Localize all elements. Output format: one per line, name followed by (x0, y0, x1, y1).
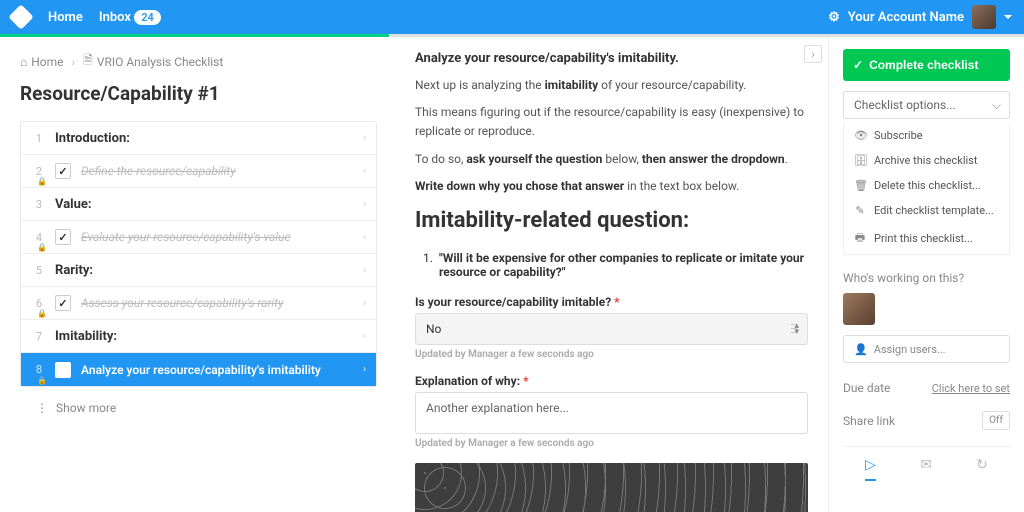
intro-p2: This means figuring out if the resource/… (415, 103, 808, 141)
imitable-select[interactable]: No▴▾ (415, 313, 808, 345)
chevron-right-icon: › (363, 232, 366, 243)
explanation-label: Explanation of why: * (415, 374, 808, 388)
gear-icon: ⚙ (828, 10, 840, 25)
bottom-tabs: ▷ ✉ ↻ (843, 446, 1010, 481)
intro-p1: Next up is analyzing the imitability of … (415, 76, 808, 95)
step-1[interactable]: 1Introduction:› (21, 122, 376, 155)
step-checkbox[interactable] (55, 295, 71, 311)
complete-checklist-button[interactable]: ✓Complete checklist (843, 49, 1010, 81)
lock-icon: 🔒 (37, 177, 47, 186)
caret-down-icon (1004, 15, 1012, 19)
working-on-label: Who's working on this? (843, 271, 1010, 285)
assignee-avatar[interactable] (843, 293, 875, 325)
chevron-right-icon: › (363, 364, 366, 375)
chevron-right-icon: › (363, 199, 366, 210)
content-image (415, 463, 808, 512)
step-3[interactable]: 3Value:› (21, 188, 376, 221)
due-date-value[interactable]: Click here to set (932, 382, 1010, 395)
tab-chat-icon[interactable]: ✉ (920, 457, 932, 481)
intro-p3: To do so, ask yourself the question belo… (415, 150, 808, 169)
eye-icon: 👁 (854, 129, 866, 142)
show-more-button[interactable]: Show more (20, 387, 377, 429)
user-icon: 👤 (854, 343, 868, 356)
step-8-active[interactable]: 8🔒Analyze your resource/capability's imi… (21, 353, 376, 386)
logo-icon[interactable] (8, 4, 33, 29)
tab-play-icon[interactable]: ▷ (865, 457, 876, 481)
step-5[interactable]: 5Rarity:› (21, 254, 376, 287)
chevron-right-icon: › (72, 55, 76, 69)
select-arrows-icon: ▴▾ (794, 323, 799, 335)
account-name: Your Account Name (848, 10, 964, 25)
step-4[interactable]: 4🔒Evaluate your resource/capability's va… (21, 221, 376, 254)
option-delete[interactable]: 🗑Delete this checklist... (844, 173, 1009, 198)
imitable-label: Is your resource/capability imitable? * (415, 295, 808, 309)
chevron-right-icon: › (363, 166, 366, 177)
share-toggle[interactable]: Off (982, 411, 1010, 430)
step-6[interactable]: 6🔒Assess your resource/capability's rari… (21, 287, 376, 320)
chevron-right-icon: › (363, 133, 366, 144)
trash-icon: 🗑 (854, 179, 866, 192)
nav-home[interactable]: Home (48, 10, 83, 25)
option-edit[interactable]: ✎Edit checklist template... (844, 198, 1009, 223)
check-icon: ✓ (853, 58, 863, 72)
collapse-panel-button[interactable]: › (804, 45, 822, 63)
checklist-options-select[interactable]: Checklist options... (843, 91, 1010, 119)
lock-icon: 🔒 (37, 243, 47, 252)
page-title: Resource/Capability #1 (20, 82, 377, 105)
account-menu[interactable]: ⚙ Your Account Name (828, 5, 1012, 29)
top-bar: Home Inbox 24 ⚙ Your Account Name (0, 0, 1024, 34)
step-list: 1Introduction:› 2🔒Define the resource/ca… (20, 121, 377, 387)
chevron-right-icon: › (363, 265, 366, 276)
due-date-row: Due date Click here to set (843, 381, 1010, 395)
main-content: › Analyze your resource/capability's imi… (395, 37, 829, 512)
right-panel: ✓Complete checklist Checklist options...… (829, 37, 1024, 512)
question-heading: Imitability-related question: (415, 208, 808, 233)
intro-p4: Write down why you chose that answer in … (415, 177, 808, 196)
pencil-icon: ✎ (854, 204, 866, 217)
step-7[interactable]: 7Imitability:› (21, 320, 376, 353)
inbox-count-badge: 24 (134, 10, 161, 25)
option-subscribe[interactable]: 👁Subscribe (844, 123, 1009, 148)
tab-history-icon[interactable]: ↻ (976, 457, 988, 481)
breadcrumb-checklist[interactable]: 🗎 VRIO Analysis Checklist (83, 51, 223, 72)
step-checkbox[interactable] (55, 229, 71, 245)
step-checkbox[interactable] (55, 362, 71, 378)
avatar (972, 5, 996, 29)
step-checkbox[interactable] (55, 163, 71, 179)
print-icon: 🖶 (854, 229, 866, 248)
option-archive[interactable]: 🗄Archive this checklist (844, 148, 1009, 173)
lock-icon: 🔒 (37, 376, 47, 385)
chevron-right-icon: › (363, 298, 366, 309)
inbox-label: Inbox (99, 10, 131, 25)
breadcrumb: ⌂ Home › 🗎 VRIO Analysis Checklist (20, 51, 377, 72)
imitable-meta: Updated by Manager a few seconds ago (415, 349, 808, 360)
breadcrumb-home[interactable]: ⌂ Home (20, 55, 64, 69)
due-date-label: Due date (843, 381, 890, 395)
question-text: 1."Will it be expensive for other compan… (415, 251, 808, 279)
share-link-label: Share link (843, 414, 895, 428)
lock-icon: 🔒 (37, 309, 47, 318)
nav-inbox[interactable]: Inbox 24 (99, 10, 161, 25)
chevron-right-icon: › (363, 331, 366, 342)
archive-icon: 🗄 (854, 154, 866, 167)
options-list: 👁Subscribe 🗄Archive this checklist 🗑Dele… (843, 123, 1010, 255)
explanation-meta: Updated by Manager a few seconds ago (415, 438, 808, 449)
assign-users-input[interactable]: 👤Assign users... (843, 335, 1010, 363)
step-2[interactable]: 2🔒Define the resource/capability› (21, 155, 376, 188)
share-link-row: Share link Off (843, 411, 1010, 430)
left-panel: ⌂ Home › 🗎 VRIO Analysis Checklist Resou… (0, 37, 395, 512)
explanation-input[interactable]: Another explanation here... (415, 392, 808, 434)
option-print[interactable]: 🖶Print this checklist... (844, 223, 1009, 254)
section-heading: Analyze your resource/capability's imita… (415, 51, 808, 66)
